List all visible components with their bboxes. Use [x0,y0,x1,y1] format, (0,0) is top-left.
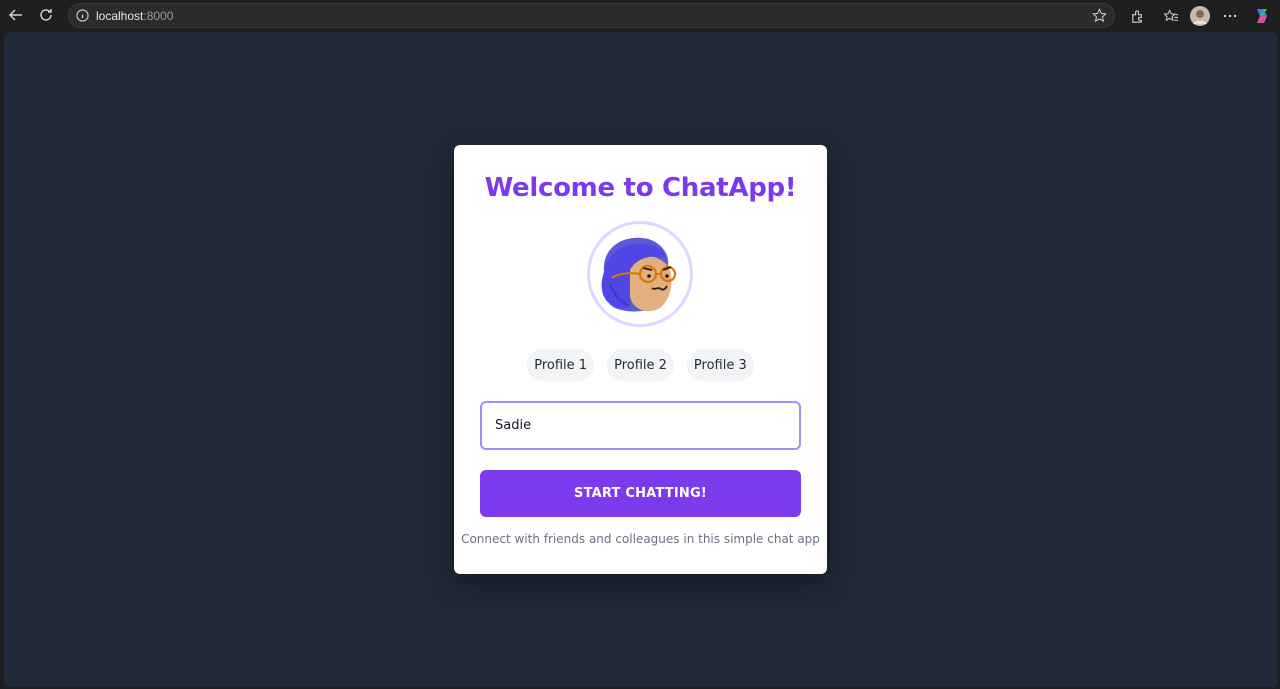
welcome-card: Welcome to ChatApp! Profile 1 Profile 2 … [454,145,827,574]
tagline: Connect with friends and colleagues in t… [461,532,820,546]
favorites-icon[interactable] [1161,6,1181,26]
profile-1-button[interactable]: Profile 1 [527,349,595,381]
start-chatting-button[interactable]: START CHATTING! [480,470,801,517]
extensions-icon[interactable] [1127,6,1147,26]
more-options-icon[interactable] [1220,6,1240,26]
address-bar[interactable]: localhost:8000 [68,3,1115,28]
url-port: :8000 [143,9,174,23]
url-host: localhost [96,9,144,23]
favorite-star-icon[interactable] [1092,8,1107,28]
back-icon[interactable] [6,5,26,25]
browser-toolbar: localhost:8000 [0,0,1280,31]
avatar [587,221,693,327]
profile-avatar-icon[interactable] [1190,6,1210,26]
reload-icon[interactable] [36,5,56,25]
name-input[interactable] [480,401,801,450]
site-info-icon[interactable] [76,9,89,27]
page-title: Welcome to ChatApp! [484,173,797,203]
avatar-illustration-icon [601,237,677,312]
copilot-icon[interactable] [1252,6,1272,26]
profile-selector: Profile 1 Profile 2 Profile 3 [454,349,827,381]
profile-3-button[interactable]: Profile 3 [686,349,754,381]
url-text: localhost:8000 [96,9,173,23]
profile-2-button[interactable]: Profile 2 [607,349,674,381]
